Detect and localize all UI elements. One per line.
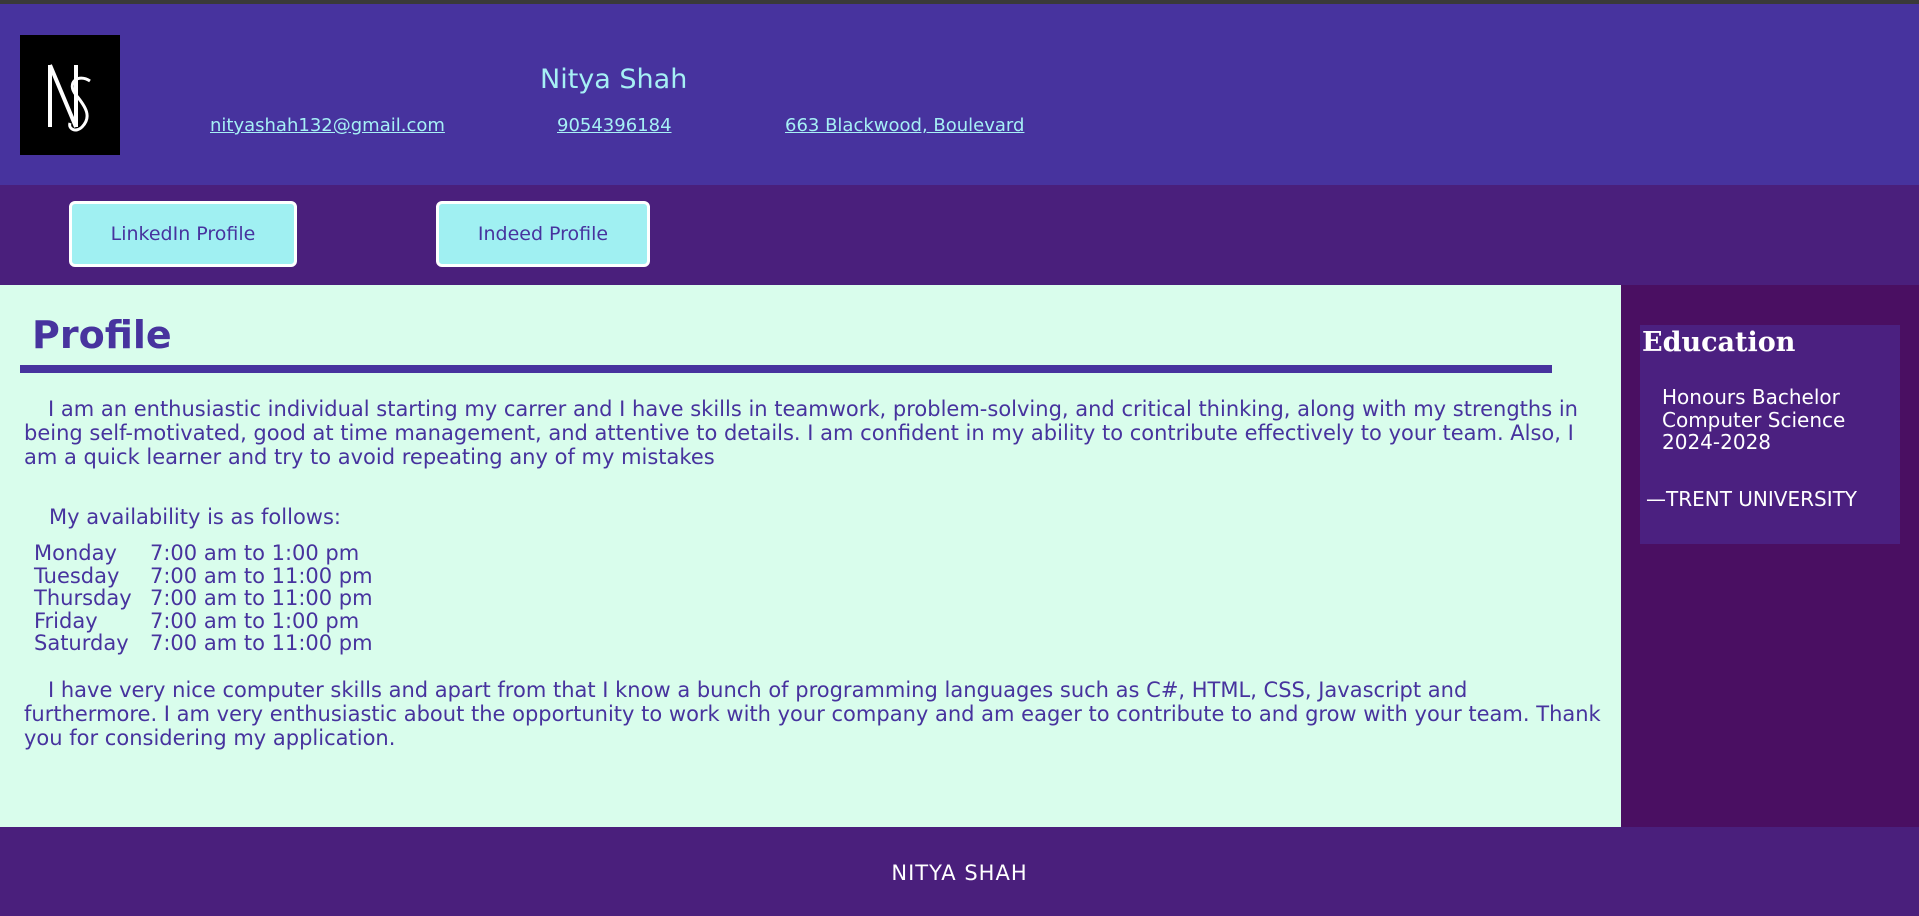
education-details: Honours Bachelor Computer Science 2024-2… xyxy=(1662,386,1845,454)
page-header: Nitya Shah nityashah132@gmail.com 905439… xyxy=(0,4,1919,185)
education-years: 2024-2028 xyxy=(1662,430,1772,454)
schedule-row: Tuesday 7:00 am to 11:00 pm xyxy=(34,563,373,588)
schedule-day: Saturday xyxy=(34,631,129,655)
profile-links-bar: LinkedIn Profile Indeed Profile xyxy=(0,185,1919,285)
schedule-row: Saturday 7:00 am to 11:00 pm xyxy=(34,632,373,655)
profile-intro: I am an enthusiastic individual starting… xyxy=(24,397,1578,469)
education-card: Education Honours Bachelor Computer Scie… xyxy=(1640,325,1900,544)
schedule-hours: 7:00 am to 1:00 pm xyxy=(150,608,360,633)
education-heading: Education xyxy=(1642,327,1796,358)
heading-divider xyxy=(20,365,1552,373)
email-link[interactable]: nityashah132@gmail.com xyxy=(210,115,445,136)
schedule-hours: 7:00 am to 1:00 pm xyxy=(150,541,360,565)
footer-name: NITYA SHAH xyxy=(891,861,1028,885)
schedule-day: Monday xyxy=(34,541,117,565)
schedule-row: Thursday 7:00 am to 11:00 pm xyxy=(34,587,373,610)
applicant-name: Nitya Shah xyxy=(540,64,688,95)
profile-closing: I have very nice computer skills and apa… xyxy=(24,678,1601,750)
indeed-profile-button[interactable]: Indeed Profile xyxy=(436,201,650,267)
profile-section: Profile I am an enthusiastic individual … xyxy=(0,285,1621,827)
address-link[interactable]: 663 Blackwood, Boulevard xyxy=(785,115,1024,136)
availability-title: My availability is as follows: xyxy=(49,505,341,529)
schedule-row: Monday 7:00 am to 1:00 pm xyxy=(34,542,373,565)
education-sidebar: Education Honours Bachelor Computer Scie… xyxy=(1621,285,1919,827)
schedule-day: Thursday xyxy=(34,586,132,610)
schedule-row: Friday 7:00 am to 1:00 pm xyxy=(34,608,373,633)
schedule-day: Tuesday xyxy=(34,563,120,588)
schedule-day: Friday xyxy=(34,608,98,633)
linkedin-profile-button[interactable]: LinkedIn Profile xyxy=(69,201,297,267)
schedule-hours: 7:00 am to 11:00 pm xyxy=(150,586,373,610)
page-footer: NITYA SHAH xyxy=(0,827,1919,916)
ns-monogram-logo-icon xyxy=(20,35,120,155)
phone-link[interactable]: 9054396184 xyxy=(557,115,672,136)
profile-heading: Profile xyxy=(32,313,172,357)
schedule-hours: 7:00 am to 11:00 pm xyxy=(150,563,373,588)
education-university: —TRENT UNIVERSITY xyxy=(1646,487,1858,511)
education-program: Computer Science xyxy=(1662,407,1846,432)
education-degree: Honours Bachelor xyxy=(1662,385,1840,409)
schedule-hours: 7:00 am to 11:00 pm xyxy=(150,631,373,655)
availability-schedule: Monday 7:00 am to 1:00 pm Tuesday 7:00 a… xyxy=(34,542,373,655)
